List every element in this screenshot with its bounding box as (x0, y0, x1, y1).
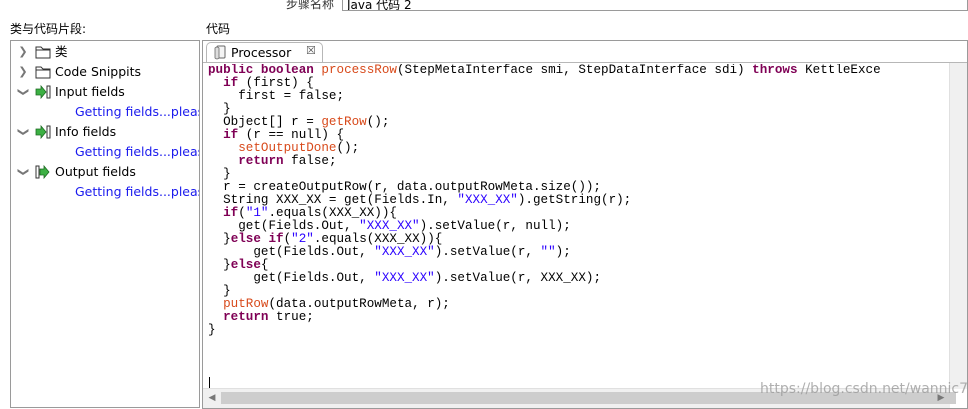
input-fields-icon (35, 84, 51, 105)
code-string: "XXX_XX" (374, 245, 435, 259)
step-name-label: 步骤名称 (286, 0, 335, 11)
code-text-token: (r == null) { (238, 128, 345, 142)
code-line[interactable]: putRow(data.outputRowMeta, r); (208, 298, 947, 311)
code-text-token: get(Fields.Out, (208, 271, 375, 285)
code-text-token: } (208, 167, 231, 181)
code-method-call: putRow (223, 297, 269, 311)
tree-child-loading: Getting fields...please wait (75, 184, 199, 199)
code-line[interactable]: get(Fields.Out, "XXX_XX").setValue(r, XX… (208, 272, 947, 285)
code-heading: 代码 (206, 22, 231, 36)
collapse-arrow-icon[interactable]: ❯ (13, 126, 33, 138)
code-text-token: (); (366, 115, 390, 129)
code-keyword: else if (230, 232, 284, 246)
code-method-call: setOutputDone (238, 141, 337, 155)
code-text-token: } (208, 232, 231, 246)
code-text-token: ); (555, 245, 571, 259)
code-text-token: } (208, 258, 231, 272)
code-text-token: r = createOutputRow(r, data.outputRowMet… (208, 180, 601, 194)
code-text-token: get(Fields.Out, (208, 219, 360, 233)
scroll-left-icon[interactable]: ◀ (206, 392, 218, 404)
watermark: https://blog.csdn.net/wannic7 (760, 381, 968, 397)
tab-label: Processor (231, 45, 292, 60)
collapse-arrow-icon[interactable]: ❯ (13, 86, 33, 98)
tree-child-loading: Getting fields...please wait (75, 104, 199, 119)
code-text-token: ( (238, 206, 246, 220)
collapse-arrow-icon[interactable]: ❯ (13, 166, 33, 178)
code-line[interactable]: get(Fields.Out, "XXX_XX").setValue(r, ""… (208, 246, 947, 259)
code-text-token: } (208, 102, 231, 116)
tree-item-label: Code Snippits (55, 64, 142, 79)
step-name-input[interactable]: Java 代码 2 (342, 0, 968, 11)
code-text-token: first = false; (208, 89, 345, 103)
code-text-token: } (208, 323, 216, 337)
code-text-token: true; (268, 310, 314, 324)
code-text[interactable]: public boolean processRow(StepMetaInterf… (208, 64, 947, 386)
code-text-token: false; (283, 154, 337, 168)
code-text-token: (StepMetaInterface smi, StepDataInterfac… (396, 64, 753, 77)
code-text-token: { (260, 258, 269, 272)
code-text-token: KettleExce (797, 64, 881, 77)
tab-divider (203, 62, 967, 63)
code-method-call: processRow (321, 64, 397, 77)
expand-arrow-icon[interactable]: ❯ (17, 62, 29, 82)
output-fields-icon (35, 164, 51, 185)
code-string: "1" (245, 206, 269, 220)
tree-item-label: Output fields (55, 164, 136, 179)
tree-item-label: Input fields (55, 84, 125, 99)
classes-snippets-heading: 类与代码片段: (10, 22, 87, 36)
tree-child-loading: Getting fields...please wait (75, 144, 199, 159)
code-text-token: (); (336, 141, 360, 155)
tree-item-label: 类 (55, 44, 68, 59)
tab-processor[interactable]: Processor ☒ (206, 42, 323, 62)
expand-arrow-icon[interactable]: ❯ (17, 42, 29, 62)
code-text-token: (first) { (238, 76, 314, 90)
code-text-token: .equals(XXX_XX)){ (313, 232, 443, 246)
code-keyword: throws (752, 64, 798, 77)
vertical-scrollbar[interactable] (949, 63, 967, 389)
code-text-token: .equals(XXX_XX)){ (268, 206, 397, 220)
code-line[interactable]: } (208, 324, 947, 337)
code-text-token: get(Fields.Out, (208, 245, 375, 259)
code-editor[interactable]: Processor ☒ public boolean processRow(St… (202, 40, 968, 409)
code-text-token: (data.outputRowMeta, r); (268, 297, 450, 311)
code-keyword: if (223, 128, 239, 142)
code-text-token: Object[] r = (208, 115, 322, 129)
code-text-token: ).setValue(r, XXX_XX); (434, 271, 601, 285)
code-string: "XXX_XX" (359, 219, 420, 233)
code-keyword: if (223, 206, 239, 220)
code-keyword: if (223, 76, 239, 90)
tree-item-label: Info fields (55, 124, 117, 139)
info-fields-icon (35, 124, 51, 145)
code-keyword: return (238, 154, 284, 168)
code-string: "" (540, 245, 556, 259)
code-text-token: } (208, 284, 231, 298)
code-line[interactable]: return false; (208, 155, 947, 168)
code-keyword: return (223, 310, 269, 324)
script-icon (214, 45, 227, 63)
folder-icon (35, 65, 51, 85)
code-text-token: ).setValue(r, (434, 245, 541, 259)
code-text-token: ).getString(r); (517, 193, 632, 207)
close-icon[interactable]: ☒ (306, 44, 316, 57)
code-string: "XXX_XX" (457, 193, 518, 207)
code-text-token: String XXX_XX = get(Fields.In, (208, 193, 458, 207)
code-line[interactable]: first = false; (208, 90, 947, 103)
code-text-token: ).setValue(r, null); (419, 219, 571, 233)
folder-icon (35, 45, 51, 65)
code-line[interactable]: public boolean processRow(StepMetaInterf… (208, 64, 947, 77)
code-line[interactable]: return true; (208, 311, 947, 324)
code-string: "2" (291, 232, 314, 246)
snippets-tree[interactable]: ❯ 类 ❯ Code Snippits ❯ Input fields Getti… (10, 40, 200, 408)
code-keyword: else (230, 258, 261, 272)
code-method-call: getRow (321, 115, 367, 129)
code-string: "XXX_XX" (374, 271, 435, 285)
